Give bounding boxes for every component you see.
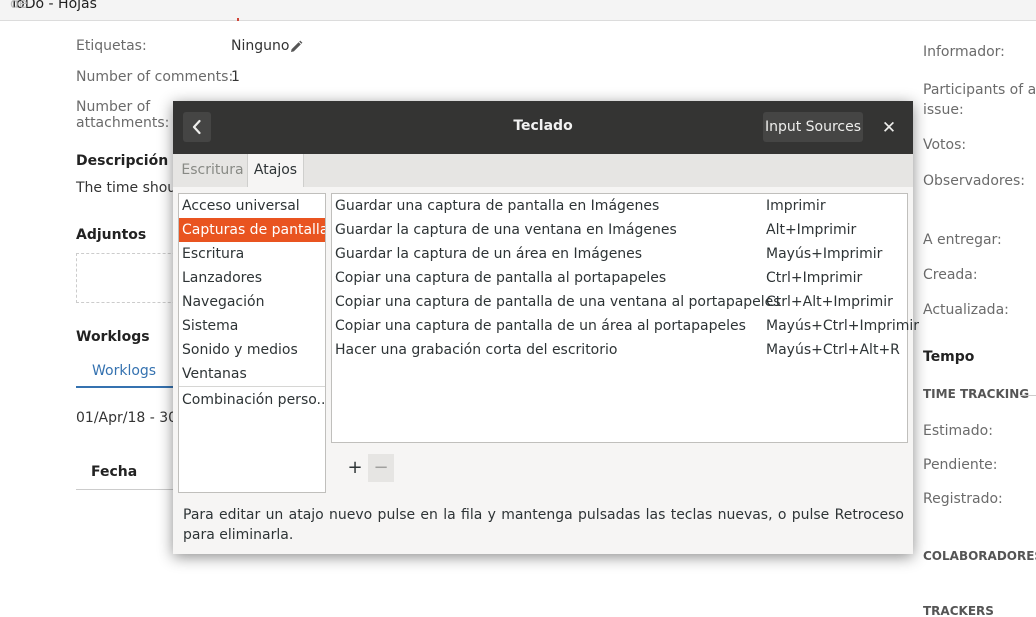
attachments-heading: Adjuntos xyxy=(76,227,147,243)
logged-label: Registrado: xyxy=(923,491,1003,507)
category-item[interactable]: Navegación xyxy=(179,290,325,314)
shortcut-key: Imprimir xyxy=(766,198,826,214)
divider xyxy=(1020,395,1036,396)
date-column-header: Fecha xyxy=(91,464,138,480)
category-item[interactable]: Lanzadores xyxy=(179,266,325,290)
time-tracking-heading: TIME TRACKING xyxy=(923,387,1030,401)
shortcut-name: Copiar una captura de pantalla de un áre… xyxy=(335,318,746,334)
remaining-label: Pendiente: xyxy=(923,457,998,473)
created-label: Creada: xyxy=(923,267,978,283)
shortcut-name: Copiar una captura de pantalla al portap… xyxy=(335,270,667,286)
tab-worklogs-label: Worklogs xyxy=(92,363,157,379)
comments-value: 1 xyxy=(231,69,240,85)
labels-label: Etiquetas: xyxy=(76,38,147,54)
pencil-icon[interactable] xyxy=(289,40,303,54)
collaborators-heading: COLABORADORES xyxy=(923,549,1036,563)
tempo-heading: Tempo xyxy=(923,349,975,365)
watchers-label: Observadores: xyxy=(923,173,1025,189)
shortcut-name: Copiar una captura de pantalla de una ve… xyxy=(335,294,781,310)
shortcut-name: Guardar la captura de una ventana en Imá… xyxy=(335,222,677,238)
category-item[interactable]: Ventanas xyxy=(179,362,325,386)
hint-text: Para editar un atajo nuevo pulse en la f… xyxy=(183,507,904,543)
input-sources-button[interactable]: Input Sources xyxy=(763,112,863,142)
shortcut-key: Mayús+Ctrl+Imprimir xyxy=(766,318,920,334)
shortcut-name: Hacer una grabación corta del escritorio xyxy=(335,342,618,358)
participants-label-line1: Participants of an xyxy=(923,82,1036,98)
dialog-tabs: Escritura Atajos xyxy=(173,154,913,187)
divider xyxy=(76,489,186,490)
reporter-label: Informador: xyxy=(923,44,1005,60)
remove-shortcut-button[interactable]: − xyxy=(368,454,394,482)
divider xyxy=(179,386,325,387)
page-title-fade: de xyxy=(10,0,28,12)
category-item[interactable]: Escritura xyxy=(179,242,325,266)
trackers-heading: TRACKERS xyxy=(923,604,994,617)
description-heading: Descripción xyxy=(76,153,169,169)
shortcut-key: Ctrl+Imprimir xyxy=(766,270,863,286)
category-item-selected[interactable]: Capturas de pantalla xyxy=(179,218,325,242)
browser-title-bar: ToDo - Hojas de xyxy=(0,0,1036,21)
add-shortcut-button[interactable]: + xyxy=(342,454,368,482)
attachment-dropzone[interactable] xyxy=(76,253,186,303)
category-item[interactable]: Acceso universal xyxy=(179,194,325,218)
participants-label-line2: issue: xyxy=(923,102,964,118)
tab-worklogs[interactable]: Worklogs xyxy=(76,356,176,388)
worklogs-heading: Worklogs xyxy=(76,329,150,345)
attachments-count-label-line1: Number of xyxy=(76,99,151,115)
category-list[interactable]: Acceso universal Capturas de pantalla Es… xyxy=(178,193,326,493)
keyboard-dialog: Teclado Input Sources ✕ Escritura Atajos… xyxy=(173,101,919,554)
tab-escritura[interactable]: Escritura xyxy=(178,154,247,187)
shortcut-name: Guardar la captura de un área en Imágene… xyxy=(335,246,643,262)
category-item[interactable]: Sonido y medios xyxy=(179,338,325,362)
attachments-count-label-line2: attachments: xyxy=(76,115,170,131)
shortcut-row[interactable]: Copiar una captura de pantalla al portap… xyxy=(332,266,907,290)
comments-label: Number of comments: xyxy=(76,69,234,85)
shortcut-row[interactable]: Copiar una captura de pantalla de una ve… xyxy=(332,290,907,314)
shortcut-key: Mayús+Ctrl+Alt+R xyxy=(766,342,900,358)
category-item-custom[interactable]: Combinación perso... xyxy=(179,388,325,412)
votes-label: Votos: xyxy=(923,137,967,153)
tab-atajos[interactable]: Atajos xyxy=(247,154,304,187)
shortcut-row[interactable]: Guardar una captura de pantalla en Imáge… xyxy=(332,194,907,218)
dialog-titlebar[interactable]: Teclado Input Sources ✕ xyxy=(173,101,913,154)
shortcut-row[interactable]: Guardar la captura de una ventana en Imá… xyxy=(332,218,907,242)
shortcut-row[interactable]: Copiar una captura de pantalla de un áre… xyxy=(332,314,919,338)
due-label: A entregar: xyxy=(923,232,1002,248)
labels-value[interactable]: Ninguno xyxy=(231,38,289,54)
shortcut-row[interactable]: Hacer una grabación corta del escritorio… xyxy=(332,338,907,362)
shortcut-key: Ctrl+Alt+Imprimir xyxy=(766,294,893,310)
updated-label: Actualizada: xyxy=(923,302,1009,318)
shortcut-key: Mayús+Imprimir xyxy=(766,246,883,262)
close-icon[interactable]: ✕ xyxy=(877,117,901,139)
shortcut-row[interactable]: Guardar la captura de un área en Imágene… xyxy=(332,242,907,266)
estimated-label: Estimado: xyxy=(923,423,993,439)
shortcut-name: Guardar una captura de pantalla en Imáge… xyxy=(335,198,660,214)
shortcut-list[interactable]: Guardar una captura de pantalla en Imáge… xyxy=(331,193,919,443)
required-marker xyxy=(237,18,239,21)
shortcut-key: Alt+Imprimir xyxy=(766,222,857,238)
description-text[interactable]: The time should xyxy=(76,180,189,196)
category-item[interactable]: Sistema xyxy=(179,314,325,338)
